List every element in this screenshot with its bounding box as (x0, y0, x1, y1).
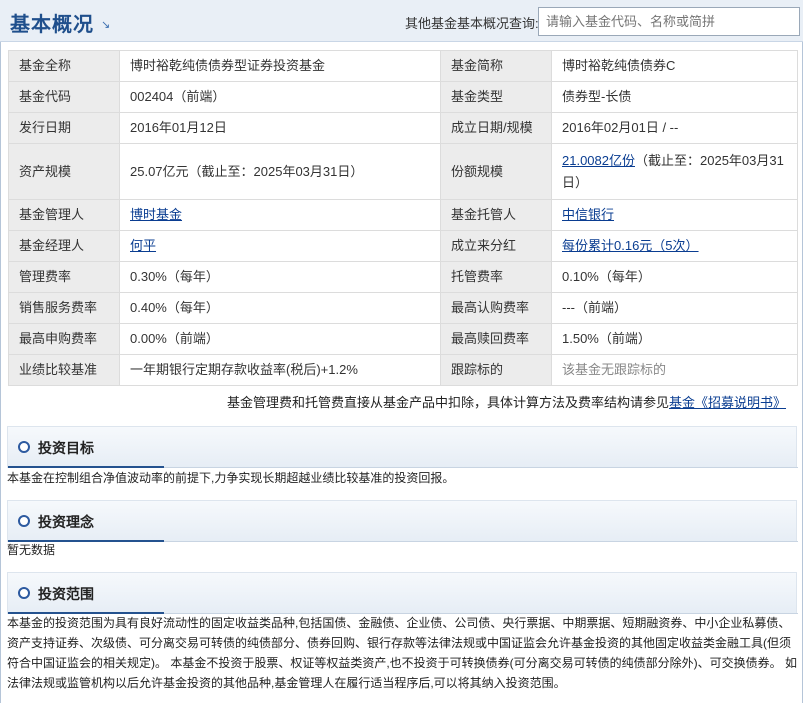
cell-value: 2016年02月01日 / -- (551, 112, 798, 144)
circle-bullet-icon (18, 587, 30, 599)
table-row: 基金全称 博时裕乾纯债债券型证券投资基金 基金简称 博时裕乾纯债债券C (8, 50, 798, 82)
cell-label: 管理费率 (8, 261, 120, 293)
cell-value: 2016年01月12日 (119, 112, 441, 144)
page-title: 基本概况 (10, 14, 94, 36)
table-row: 基金经理人 何平 成立来分红 每份累计0.16元（5次） (8, 230, 798, 262)
philosophy-text: 暂无数据 (7, 543, 56, 557)
cell-label: 托管费率 (440, 261, 552, 293)
table-row: 基金管理人 博时基金 基金托管人 中信银行 (8, 199, 798, 231)
cell-value: 博时裕乾纯债债券C (551, 50, 798, 82)
cell-value: 博时裕乾纯债债券型证券投资基金 (119, 50, 441, 82)
section-header-scope: 投资范围 (7, 572, 798, 614)
table-row: 资产规模 25.07亿元（截止至：2025年03月31日） 份额规模 21.00… (8, 143, 798, 200)
cell-label: 基金代码 (8, 81, 120, 113)
fee-note-text: 基金管理费和托管费直接从基金产品中扣除，具体计算方法及费率结构请参见 (226, 395, 669, 410)
table-row: 管理费率 0.30%（每年） 托管费率 0.10%（每年） (8, 261, 798, 293)
cell-value: 0.00%（前端） (119, 323, 441, 355)
cell-value: 0.40%（每年） (119, 292, 441, 324)
cell-label: 基金类型 (440, 81, 552, 113)
cell-label: 业绩比较基准 (8, 354, 120, 386)
custodian-link[interactable]: 中信银行 (562, 207, 614, 222)
cell-value: 每份累计0.16元（5次） (551, 230, 798, 262)
cell-value: 何平 (119, 230, 441, 262)
cell-value: 0.30%（每年） (119, 261, 441, 293)
section-title: 投资范围 (38, 586, 94, 602)
circle-bullet-icon (18, 441, 30, 453)
cell-label: 基金管理人 (8, 199, 120, 231)
fund-info-table: 基金全称 博时裕乾纯债债券型证券投资基金 基金简称 博时裕乾纯债债券C 基金代码… (8, 50, 798, 386)
objective-text: 本基金在控制组合净值波动率的前提下,力争实现长期超越业绩比较基准的投资回报。 (7, 471, 455, 485)
table-row: 最高申购费率 0.00%（前端） 最高赎回费率 1.50%（前端） (8, 323, 798, 355)
cell-label: 基金经理人 (8, 230, 120, 262)
cell-value: 债券型-长债 (551, 81, 798, 113)
corner-arrow-icon: ↘ (101, 19, 111, 31)
section-title: 投资理念 (38, 514, 94, 530)
table-row: 销售服务费率 0.40%（每年） 最高认购费率 ---（前端） (8, 292, 798, 324)
fee-note: 基金管理费和托管费直接从基金产品中扣除，具体计算方法及费率结构请参见基金《招募说… (227, 392, 786, 411)
search-label: 其他基金基本概况查询: (405, 16, 539, 31)
cell-value: 1.50%（前端） (551, 323, 798, 355)
cell-value: 一年期银行定期存款收益率(税后)+1.2% (119, 354, 441, 386)
fund-manager-link[interactable]: 何平 (130, 238, 156, 253)
table-row: 发行日期 2016年01月12日 成立日期/规模 2016年02月01日 / -… (8, 112, 798, 144)
cell-value: 002404（前端） (119, 81, 441, 113)
prospectus-link[interactable]: 基金《招募说明书》 (669, 395, 786, 410)
cell-value: ---（前端） (551, 292, 798, 324)
table-row: 基金代码 002404（前端） 基金类型 债券型-长债 (8, 81, 798, 113)
cell-label: 基金简称 (440, 50, 552, 82)
dividend-link[interactable]: 每份累计0.16元（5次） (562, 238, 699, 253)
circle-bullet-icon (18, 515, 30, 527)
table-row: 业绩比较基准 一年期银行定期存款收益率(税后)+1.2% 跟踪标的 该基金无跟踪… (8, 354, 798, 386)
cell-label: 成立来分红 (440, 230, 552, 262)
content-panel: 基金全称 博时裕乾纯债债券型证券投资基金 基金简称 博时裕乾纯债债券C 基金代码… (0, 42, 803, 703)
share-scale-link[interactable]: 21.0082亿份 (562, 153, 635, 168)
cell-label: 基金托管人 (440, 199, 552, 231)
section-title: 投资目标 (38, 440, 94, 456)
section-header-objective: 投资目标 (7, 426, 798, 468)
cell-label: 资产规模 (8, 143, 120, 200)
cell-label: 发行日期 (8, 112, 120, 144)
cell-label: 基金全称 (8, 50, 120, 82)
cell-label: 份额规模 (440, 143, 552, 200)
cell-label: 销售服务费率 (8, 292, 120, 324)
fund-manager-company-link[interactable]: 博时基金 (130, 207, 182, 222)
cell-value: 21.0082亿份（截止至：2025年03月31日） (551, 143, 798, 200)
cell-label: 最高认购费率 (440, 292, 552, 324)
section-header-philosophy: 投资理念 (7, 500, 798, 542)
cell-label: 成立日期/规模 (440, 112, 552, 144)
scope-text: 本基金的投资范围为具有良好流动性的固定收益类品种,包括国债、金融债、企业债、公司… (7, 616, 797, 690)
cell-value: 博时基金 (119, 199, 441, 231)
page-header: 基本概况 ↘ 其他基金基本概况查询: (0, 0, 803, 42)
cell-label: 跟踪标的 (440, 354, 552, 386)
cell-value: 中信银行 (551, 199, 798, 231)
cell-label: 最高赎回费率 (440, 323, 552, 355)
fund-search-input[interactable] (538, 7, 800, 36)
cell-value: 0.10%（每年） (551, 261, 798, 293)
cell-value: 25.07亿元（截止至：2025年03月31日） (119, 143, 441, 200)
cell-value: 该基金无跟踪标的 (551, 354, 798, 386)
cell-label: 最高申购费率 (8, 323, 120, 355)
